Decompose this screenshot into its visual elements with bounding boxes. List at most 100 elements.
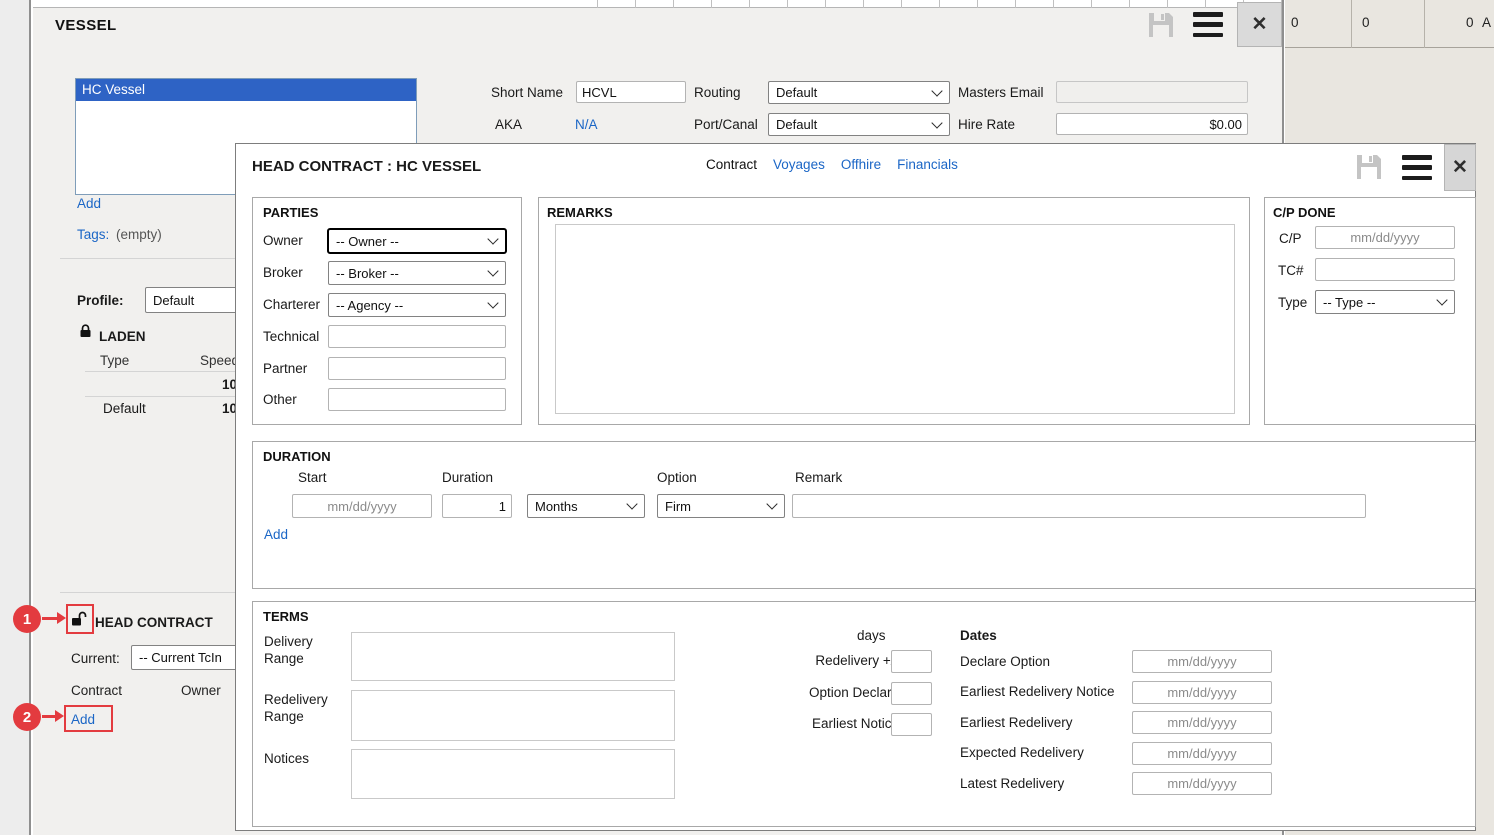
cp-date-input[interactable] [1315,226,1455,249]
menu-icon-bar [1402,176,1432,181]
duration-start-input[interactable] [292,494,432,518]
menu-button[interactable] [1193,12,1223,37]
declare-option-date-input[interactable] [1132,650,1272,673]
remarks-title: REMARKS [547,205,613,220]
cp-done-group: C/P DONE C/P TC# Type -- Type -- [1264,197,1476,425]
terms-group: TERMS Delivery Range Redelivery Range No… [252,601,1476,827]
broker-value: -- Broker -- [336,266,399,281]
hire-rate-label: Hire Rate [958,117,1015,132]
parties-group: PARTIES Owner -- Owner -- Broker -- Brok… [252,197,522,425]
step-2-badge: 2 [13,703,41,731]
grid-divider [1351,0,1352,48]
table-divider [85,371,250,372]
routing-value: Default [776,85,817,100]
background-toolbar-sliver [33,0,1282,8]
menu-icon-bar [1193,22,1223,27]
redelivery-plus-minus-label: Redelivery +/- [733,653,899,668]
duration-remark-input[interactable] [792,494,1366,518]
notices-textarea[interactable] [351,749,675,799]
earliest-redelivery-label: Earliest Redelivery [960,715,1073,730]
duration-unit-select[interactable]: Months [527,494,645,518]
current-contract-value: -- Current TcIn [139,650,222,665]
technical-input[interactable] [328,325,506,348]
speed-column-header: Speed [200,353,239,368]
owner-value: -- Owner -- [336,234,399,249]
grid-cell: 0 [1291,15,1299,30]
save-button[interactable] [1354,152,1384,187]
hire-rate-input[interactable] [1056,113,1248,135]
save-icon [1354,152,1384,182]
dialog-title: HEAD CONTRACT : HC VESSEL [252,158,481,175]
tab-offhire[interactable]: Offhire [841,157,881,172]
duration-add-link[interactable]: Add [264,527,288,542]
port-canal-value: Default [776,117,817,132]
tags-value: (empty) [116,227,162,242]
duration-column-header: Duration [442,470,493,485]
terms-title: TERMS [263,609,309,624]
menu-icon [1402,155,1432,160]
broker-select[interactable]: -- Broker -- [328,261,506,285]
tab-voyages[interactable]: Voyages [773,157,825,172]
vessel-add-link[interactable]: Add [77,196,101,211]
tc-number-input[interactable] [1315,258,1455,281]
duration-value-input[interactable] [442,494,512,518]
short-name-input[interactable] [576,81,686,103]
port-canal-label: Port/Canal [694,117,758,132]
menu-button[interactable] [1402,155,1432,180]
screen: 0 0 0 A VESSEL ✕ HC Vessel Add Tags [0,0,1494,835]
save-button[interactable] [1146,10,1176,45]
tab-financials[interactable]: Financials [897,157,958,172]
speed-value: 10 [153,401,237,416]
masters-email-input[interactable] [1056,81,1248,103]
partner-input[interactable] [328,357,506,380]
laden-lock-icon [79,324,92,343]
earliest-redelivery-notice-date-input[interactable] [1132,681,1272,704]
redelivery-days-input[interactable] [891,650,932,673]
cp-label: C/P [1279,231,1302,246]
other-input[interactable] [328,388,506,411]
parties-title: PARTIES [263,205,318,220]
latest-redelivery-label: Latest Redelivery [960,776,1064,791]
aka-link[interactable]: N/A [575,117,598,132]
close-button[interactable]: ✕ [1237,2,1282,47]
type-select[interactable]: -- Type -- [1315,290,1455,314]
head-contract-dialog: HEAD CONTRACT : HC VESSEL Contract Voyag… [235,143,1476,831]
current-label: Current: [71,651,120,666]
tab-contract[interactable]: Contract [706,157,757,172]
charterer-select[interactable]: -- Agency -- [328,293,506,317]
masters-email-label: Masters Email [958,85,1044,100]
grid-divider [1424,0,1425,48]
grid-cell: 0 [1362,15,1370,30]
remarks-textarea[interactable] [555,224,1235,414]
duration-title: DURATION [263,449,331,464]
earliest-notice-input[interactable] [891,713,932,736]
duration-option-value: Firm [665,499,691,514]
latest-redelivery-date-input[interactable] [1132,772,1272,795]
owner-label: Owner [263,233,303,248]
vessel-list-item[interactable]: HC Vessel [76,79,416,101]
expected-redelivery-date-input[interactable] [1132,742,1272,765]
option-declare-label: Option Declare [733,685,899,700]
dates-title: Dates [960,628,997,643]
profile-row-label: Default [103,401,146,416]
grid-cell: A [1482,15,1491,30]
type-value: -- Type -- [1323,295,1376,310]
tags-link[interactable]: Tags: [77,227,109,242]
redelivery-range-textarea[interactable] [351,690,675,741]
earliest-redelivery-date-input[interactable] [1132,711,1272,734]
notices-label: Notices [264,751,309,766]
close-button[interactable]: ✕ [1444,144,1476,191]
port-canal-select[interactable]: Default [768,113,950,136]
speed-value: 10 [153,377,237,392]
owner-select[interactable]: -- Owner -- [327,228,507,254]
owner-column-header: Owner [181,683,221,698]
routing-label: Routing [694,85,741,100]
duration-option-select[interactable]: Firm [657,494,785,518]
delivery-range-label: Delivery Range [264,633,336,667]
menu-icon-bar [1402,165,1432,170]
close-icon: ✕ [1252,13,1268,36]
option-declare-input[interactable] [891,682,932,705]
remark-column-header: Remark [795,470,842,485]
delivery-range-textarea[interactable] [351,632,675,681]
routing-select[interactable]: Default [768,81,950,104]
